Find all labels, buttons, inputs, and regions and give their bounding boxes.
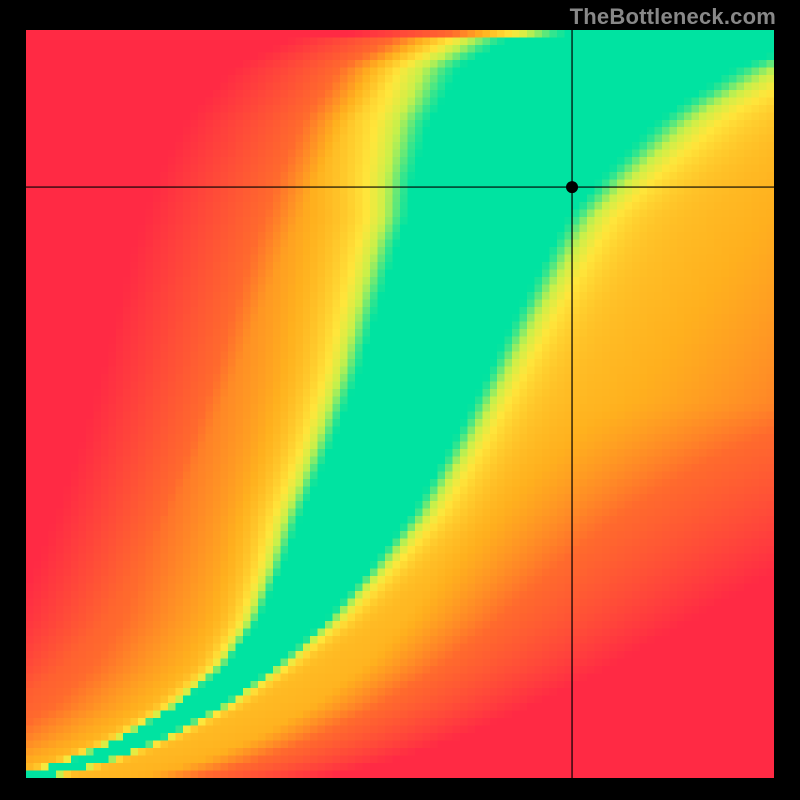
heatmap-canvas	[26, 30, 774, 778]
attribution-text: TheBottleneck.com	[570, 4, 776, 30]
chart-container: TheBottleneck.com	[0, 0, 800, 800]
plot-area	[26, 30, 774, 778]
